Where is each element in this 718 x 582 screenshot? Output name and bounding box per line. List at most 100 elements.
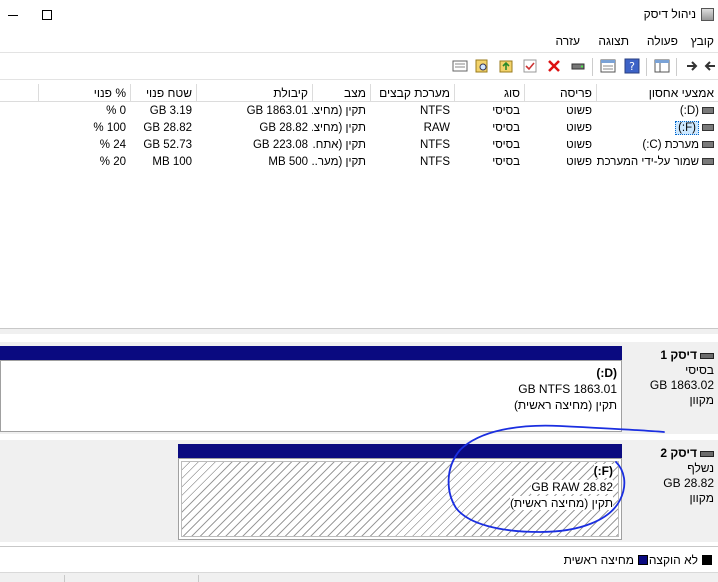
partition-body: (D:) 1863.01 GB NTFS תקין (מחיצה ראשית)	[0, 360, 622, 432]
svg-text:?: ?	[629, 60, 635, 73]
column-header-free-space[interactable]: שטח פנוי	[130, 84, 196, 102]
disk-1-partition-area: (D:) 1863.01 GB NTFS תקין (מחיצה ראשית)	[0, 342, 624, 434]
cell-capacity: 1863.01 GB	[246, 105, 308, 117]
cell-type: בסיסי	[492, 105, 520, 117]
cell-layout: פשוט	[566, 139, 592, 151]
status-divider	[64, 575, 65, 582]
disk-1-info[interactable]: דיסק 1 בסיסי 1863.02 GB מקוון	[624, 342, 718, 434]
status-divider	[198, 575, 199, 582]
minimize-icon	[8, 14, 18, 16]
cell-percent-free: 24 %	[99, 139, 126, 151]
volume-name: שמור על-ידי המערכת	[596, 156, 699, 168]
disk-title: דיסק 1	[660, 348, 697, 362]
cell-percent-free: 0 %	[106, 105, 126, 117]
menu-help[interactable]: עזרה	[555, 34, 580, 48]
window-title: ניהול דיסק	[643, 7, 696, 21]
column-header-status[interactable]: מצב	[312, 84, 370, 102]
properties-icon[interactable]	[600, 58, 616, 74]
cell-capacity: 28.82 GB	[259, 122, 308, 134]
disk-2-info[interactable]: דיסק 2 נשלף 28.82 GB מקוון	[624, 440, 718, 542]
cell-type: בסיסי	[492, 122, 520, 134]
export-icon[interactable]	[498, 58, 514, 74]
cell-free-space: 3.19 GB	[149, 105, 192, 117]
connect-disk-icon[interactable]	[570, 58, 586, 74]
cell-status: תקין (מחיצ...	[312, 122, 366, 134]
cell-type: בסיסי	[492, 156, 520, 168]
partition-f[interactable]: (F:) 28.82 GB RAW תקין (מחיצה ראשית)	[178, 444, 622, 540]
forward-arrow-icon[interactable]	[684, 58, 700, 74]
legend-unallocated: לא הוקצה	[648, 553, 698, 567]
delete-icon[interactable]	[546, 58, 562, 74]
menu-bar: קובץ פעולה תצוגה עזרה	[0, 30, 718, 52]
table-row[interactable]: מערכת (C:)	[596, 138, 718, 155]
search-icon[interactable]	[474, 58, 490, 74]
cell-free-space: 100 MB	[152, 156, 192, 168]
cell-type: בסיסי	[492, 139, 520, 151]
column-header-filesystem[interactable]: מערכת קבצים	[370, 84, 454, 102]
menu-view[interactable]: תצוגה	[598, 34, 629, 48]
cell-layout: פשוט	[566, 156, 592, 168]
volume-icon	[702, 107, 714, 115]
column-header-type[interactable]: סוג	[454, 84, 524, 102]
volume-name: (D:)	[679, 105, 699, 117]
disk-status: מקוון	[689, 491, 714, 505]
maximize-button[interactable]	[24, 0, 70, 30]
cell-filesystem: RAW	[423, 122, 450, 134]
cell-percent-free: 100 %	[93, 122, 126, 134]
partition-info: 1863.01 GB NTFS	[518, 382, 617, 396]
partition-name: (F:)	[593, 464, 613, 478]
menu-file[interactable]: קובץ	[691, 34, 714, 48]
table-row[interactable]: שמור על-ידי המערכת	[596, 155, 718, 172]
cell-status: תקין (מחיצ...	[312, 105, 366, 117]
column-header-percent-free[interactable]: % פנוי	[38, 84, 130, 102]
unallocated-swatch	[702, 555, 712, 565]
partition-body: (F:) 28.82 GB RAW תקין (מחיצה ראשית)	[178, 458, 622, 540]
back-arrow-icon[interactable]	[702, 58, 718, 74]
cell-percent-free: 20 %	[99, 156, 126, 168]
disk-size: 28.82 GB	[663, 476, 714, 490]
toolbar-separator	[676, 58, 677, 76]
toolbar-separator	[646, 58, 647, 76]
volume-name: מערכת (C:)	[642, 139, 699, 151]
cell-capacity: 223.08 GB	[252, 139, 308, 151]
volume-icon	[702, 141, 714, 149]
check-icon[interactable]	[522, 58, 538, 74]
console-tree-icon[interactable]	[654, 58, 670, 74]
disk-type: בסיסי	[685, 363, 714, 377]
volume-icon	[702, 158, 714, 166]
cell-status: תקין (אתח...	[312, 139, 366, 151]
column-header-blank	[0, 84, 38, 102]
toolbar: ?	[0, 52, 718, 80]
disk-management-icon	[701, 8, 714, 21]
column-header-volume[interactable]: אמצעי אחסון	[596, 84, 718, 102]
cell-layout: פשוט	[566, 105, 592, 117]
menu-action[interactable]: פעולה	[647, 34, 678, 48]
cell-filesystem: NTFS	[419, 139, 450, 151]
primary-partition-swatch	[638, 555, 648, 565]
title-bar: ניהול דיסק	[0, 0, 718, 30]
table-row[interactable]: (F:)	[596, 121, 718, 138]
primary-partition-bar	[178, 444, 622, 458]
cell-filesystem: NTFS	[419, 105, 450, 117]
toolbar-separator	[592, 58, 593, 76]
legend: לא הוקצה מחיצה ראשית	[0, 546, 718, 572]
cell-free-space: 28.82 GB	[143, 122, 192, 134]
help-icon[interactable]: ?	[624, 58, 640, 74]
status-bar	[0, 572, 718, 582]
disk-size: 1863.02 GB	[649, 378, 714, 392]
disk-2-partition-area: (F:) 28.82 GB RAW תקין (מחיצה ראשית)	[0, 440, 624, 542]
partition-status: תקין (מחיצה ראשית)	[509, 496, 613, 510]
column-header-layout[interactable]: פריסה	[524, 84, 596, 102]
partition-d[interactable]: (D:) 1863.01 GB NTFS תקין (מחיצה ראשית)	[0, 346, 622, 432]
cell-status: תקין (מער...	[312, 156, 366, 168]
disk-graphic-view: דיסק 1 בסיסי 1863.02 GB מקוון (D:) 1863.…	[0, 334, 718, 546]
disk-icon	[700, 450, 714, 457]
partition-status: תקין (מחיצה ראשית)	[513, 398, 617, 412]
settings-icon[interactable]	[452, 58, 468, 74]
partition-labels: (F:) 28.82 GB RAW תקין (מחיצה ראשית)	[509, 463, 613, 511]
table-row[interactable]: (D:)	[596, 104, 718, 121]
cell-filesystem: NTFS	[419, 156, 450, 168]
column-header-capacity[interactable]: קיבולת	[196, 84, 312, 102]
volume-list: אמצעי אחסון פריסה סוג מערכת קבצים מצב קי…	[0, 84, 718, 328]
partition-name: (D:)	[596, 366, 617, 380]
